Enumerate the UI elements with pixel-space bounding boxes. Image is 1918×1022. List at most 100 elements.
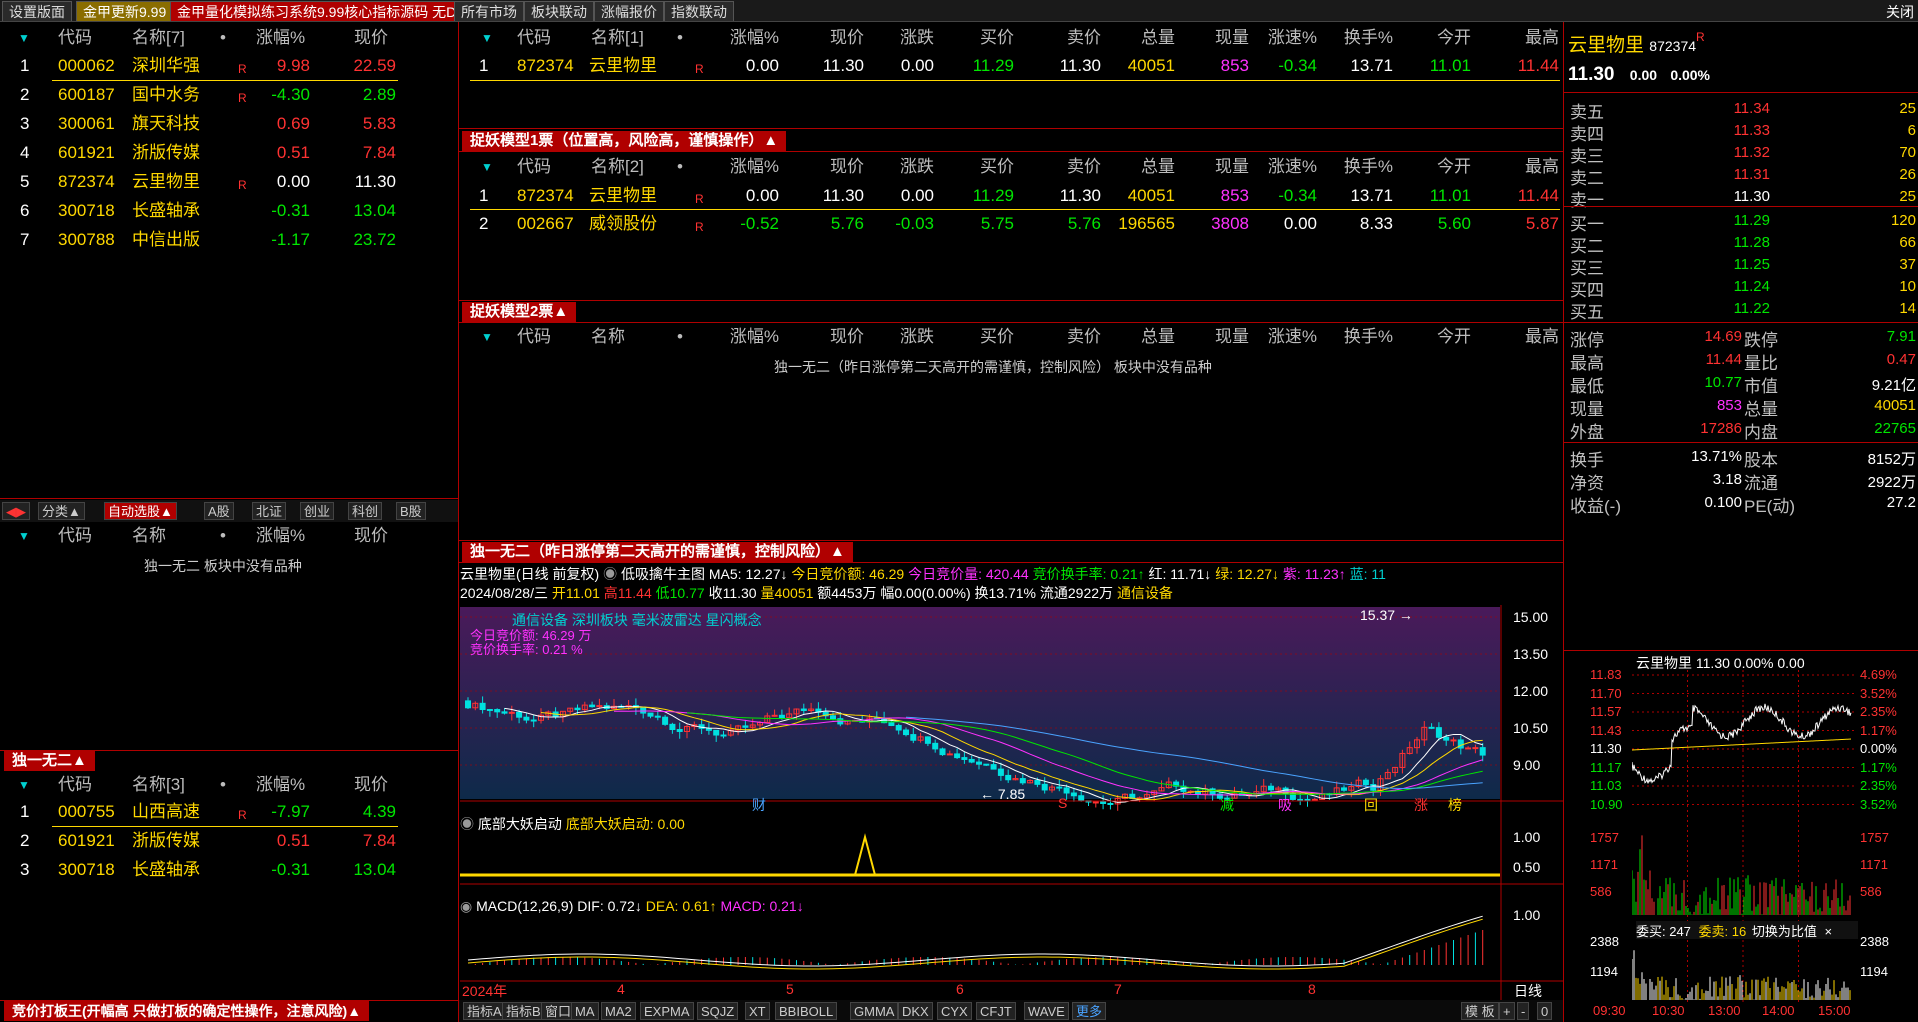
- ask-level[interactable]: 卖一 11.30 25: [1564, 186, 1918, 210]
- col-price[interactable]: 现价: [354, 26, 388, 50]
- template-tab[interactable]: -: [1517, 1002, 1530, 1020]
- indicator-tab[interactable]: 指标A: [463, 1002, 506, 1020]
- event-marker[interactable]: 财: [752, 795, 766, 815]
- col-change[interactable]: 涨幅%: [730, 155, 779, 179]
- sort-icon[interactable]: ▼: [18, 524, 30, 548]
- indicator-tab[interactable]: GMMA: [850, 1002, 899, 1020]
- col-code[interactable]: 代码: [517, 155, 551, 179]
- stock-period-label[interactable]: 云里物里(日线 前复权): [460, 566, 599, 582]
- col-change[interactable]: 涨幅%: [256, 524, 305, 548]
- col-diff[interactable]: 涨跌: [900, 325, 934, 349]
- col-ask[interactable]: 卖价: [1067, 325, 1101, 349]
- col-name[interactable]: 名称[2]: [591, 155, 644, 179]
- tab-update[interactable]: 金甲更新9.99: [76, 1, 174, 21]
- indicator-tab[interactable]: 指标B: [502, 1002, 545, 1020]
- col-code[interactable]: 代码: [517, 26, 551, 50]
- col-name[interactable]: 名称[3]: [132, 773, 185, 797]
- col-ask[interactable]: 卖价: [1067, 155, 1101, 179]
- list-item[interactable]: 3 300061 旗天科技 0.69 5.83: [0, 110, 458, 137]
- col-price[interactable]: 现价: [354, 773, 388, 797]
- table-row[interactable]: 2 002667 威领股份 R -0.52 5.76 -0.03 5.75 5.76 196565…: [459, 210, 1563, 237]
- tab-all-markets[interactable]: 所有市场: [454, 1, 524, 21]
- indicator-tab[interactable]: DKX: [898, 1002, 933, 1020]
- col-price[interactable]: 现价: [830, 155, 864, 179]
- col-code[interactable]: 代码: [58, 773, 92, 797]
- col-diff[interactable]: 涨跌: [900, 26, 934, 50]
- tab-price-quote[interactable]: 涨幅报价: [594, 1, 664, 21]
- tab-layout-settings[interactable]: 设置版面: [2, 1, 72, 21]
- main-indicator-name[interactable]: 低吸擒牛主图: [621, 566, 705, 582]
- tab-index-link[interactable]: 指数联动: [664, 1, 734, 21]
- bid-level[interactable]: 买四 11.24 10: [1564, 276, 1918, 300]
- tab-bse[interactable]: 北证: [252, 502, 287, 520]
- template-tab[interactable]: 模 板: [1461, 1002, 1499, 1020]
- ask-level[interactable]: 卖五 11.34 25: [1564, 98, 1918, 122]
- list-item[interactable]: 1 000062 深圳华强 R 9.98 22.59: [0, 52, 458, 79]
- list-item[interactable]: 2 601921 浙版传媒 0.51 7.84: [0, 827, 458, 854]
- ask-level[interactable]: 卖四 11.33 6: [1564, 120, 1918, 144]
- indicator-tab[interactable]: XT: [745, 1002, 770, 1020]
- toggle-ratio-button[interactable]: 切换为比值: [1752, 924, 1817, 939]
- circle-icon[interactable]: ◉: [460, 816, 474, 832]
- col-high[interactable]: 最高: [1525, 26, 1559, 50]
- col-diff[interactable]: 涨跌: [900, 155, 934, 179]
- event-marker[interactable]: 吸: [1278, 795, 1292, 815]
- col-cur-vol[interactable]: 现量: [1215, 325, 1249, 349]
- bottom-section-title[interactable]: 竞价打板王(开幅高 只做打板的确定性操作，注意风险)▲: [4, 1001, 370, 1021]
- section-title-model1[interactable]: 捉妖模型1票（位置高，风险高，谨慎操作）▲: [462, 131, 787, 151]
- sort-icon[interactable]: ▼: [18, 773, 30, 797]
- col-price[interactable]: 现价: [354, 524, 388, 548]
- bid-level[interactable]: 买五 11.22 14: [1564, 298, 1918, 322]
- template-tab[interactable]: +: [1499, 1002, 1515, 1020]
- template-tab[interactable]: 0: [1537, 1002, 1553, 1020]
- tab-scroll[interactable]: ◀▶: [2, 502, 30, 520]
- bid-level[interactable]: 买三 11.25 37: [1564, 254, 1918, 278]
- close-icon[interactable]: ×: [1825, 924, 1833, 939]
- indicator-tab[interactable]: CFJT: [976, 1002, 1016, 1020]
- indicator-tab[interactable]: CYX: [937, 1002, 972, 1020]
- tab-category[interactable]: 分类▲: [38, 502, 85, 520]
- tab-b-share[interactable]: B股: [396, 502, 426, 520]
- table-row[interactable]: 1 872374 云里物里 R 0.00 11.30 0.00 11.29 11.30 40051…: [459, 52, 1563, 79]
- section-title-model2[interactable]: 捉妖模型2票▲: [462, 302, 577, 322]
- col-high[interactable]: 最高: [1525, 155, 1559, 179]
- col-turnover[interactable]: 换手%: [1344, 155, 1393, 179]
- close-button[interactable]: 关闭: [1886, 2, 1914, 22]
- event-marker[interactable]: 榜: [1448, 795, 1462, 815]
- tab-auto-select[interactable]: 自动选股▲: [104, 502, 177, 520]
- col-code[interactable]: 代码: [58, 524, 92, 548]
- list-item[interactable]: 3 300718 长盛轴承 -0.31 13.04: [0, 856, 458, 883]
- tab-main-system[interactable]: 金甲量化模拟练习系统9.99核心指标源码 无DLL: [170, 1, 479, 21]
- col-turnover[interactable]: 换手%: [1344, 26, 1393, 50]
- tab-a-share[interactable]: A股: [204, 502, 234, 520]
- col-cur-vol[interactable]: 现量: [1215, 26, 1249, 50]
- sort-icon[interactable]: ▼: [481, 325, 493, 349]
- col-change[interactable]: 涨幅%: [256, 773, 305, 797]
- col-bid[interactable]: 买价: [980, 325, 1014, 349]
- col-bid[interactable]: 买价: [980, 155, 1014, 179]
- list-item[interactable]: 2 600187 国中水务 R -4.30 2.89: [0, 81, 458, 108]
- event-marker[interactable]: 涨: [1414, 795, 1428, 815]
- col-code[interactable]: 代码: [58, 26, 92, 50]
- col-speed[interactable]: 涨速%: [1268, 26, 1317, 50]
- indicator-tab[interactable]: MA: [571, 1002, 599, 1020]
- table-row[interactable]: 1 872374 云里物里 R 0.00 11.30 0.00 11.29 11.30 40051…: [459, 182, 1563, 209]
- col-change[interactable]: 涨幅%: [730, 325, 779, 349]
- bid-level[interactable]: 买一 11.29 120: [1564, 210, 1918, 234]
- intraday-chart[interactable]: [1632, 670, 1858, 1005]
- col-name[interactable]: 名称: [132, 524, 166, 548]
- circle-icon[interactable]: ◉: [603, 566, 617, 582]
- indicator-tab[interactable]: 更多: [1072, 1002, 1107, 1020]
- col-bid[interactable]: 买价: [980, 26, 1014, 50]
- indicator-tab[interactable]: WAVE: [1024, 1002, 1069, 1020]
- indicator-tab[interactable]: MA2: [601, 1002, 636, 1020]
- col-volume[interactable]: 总量: [1141, 26, 1175, 50]
- section-title[interactable]: 独一无二▲: [4, 751, 95, 771]
- list-item[interactable]: 5 872374 云里物里 R 0.00 11.30: [0, 168, 458, 195]
- col-change[interactable]: 涨幅%: [256, 26, 305, 50]
- event-marker[interactable]: 减: [1220, 795, 1234, 815]
- col-volume[interactable]: 总量: [1141, 325, 1175, 349]
- sort-icon[interactable]: ▼: [481, 26, 493, 50]
- col-open[interactable]: 今开: [1437, 325, 1471, 349]
- col-open[interactable]: 今开: [1437, 155, 1471, 179]
